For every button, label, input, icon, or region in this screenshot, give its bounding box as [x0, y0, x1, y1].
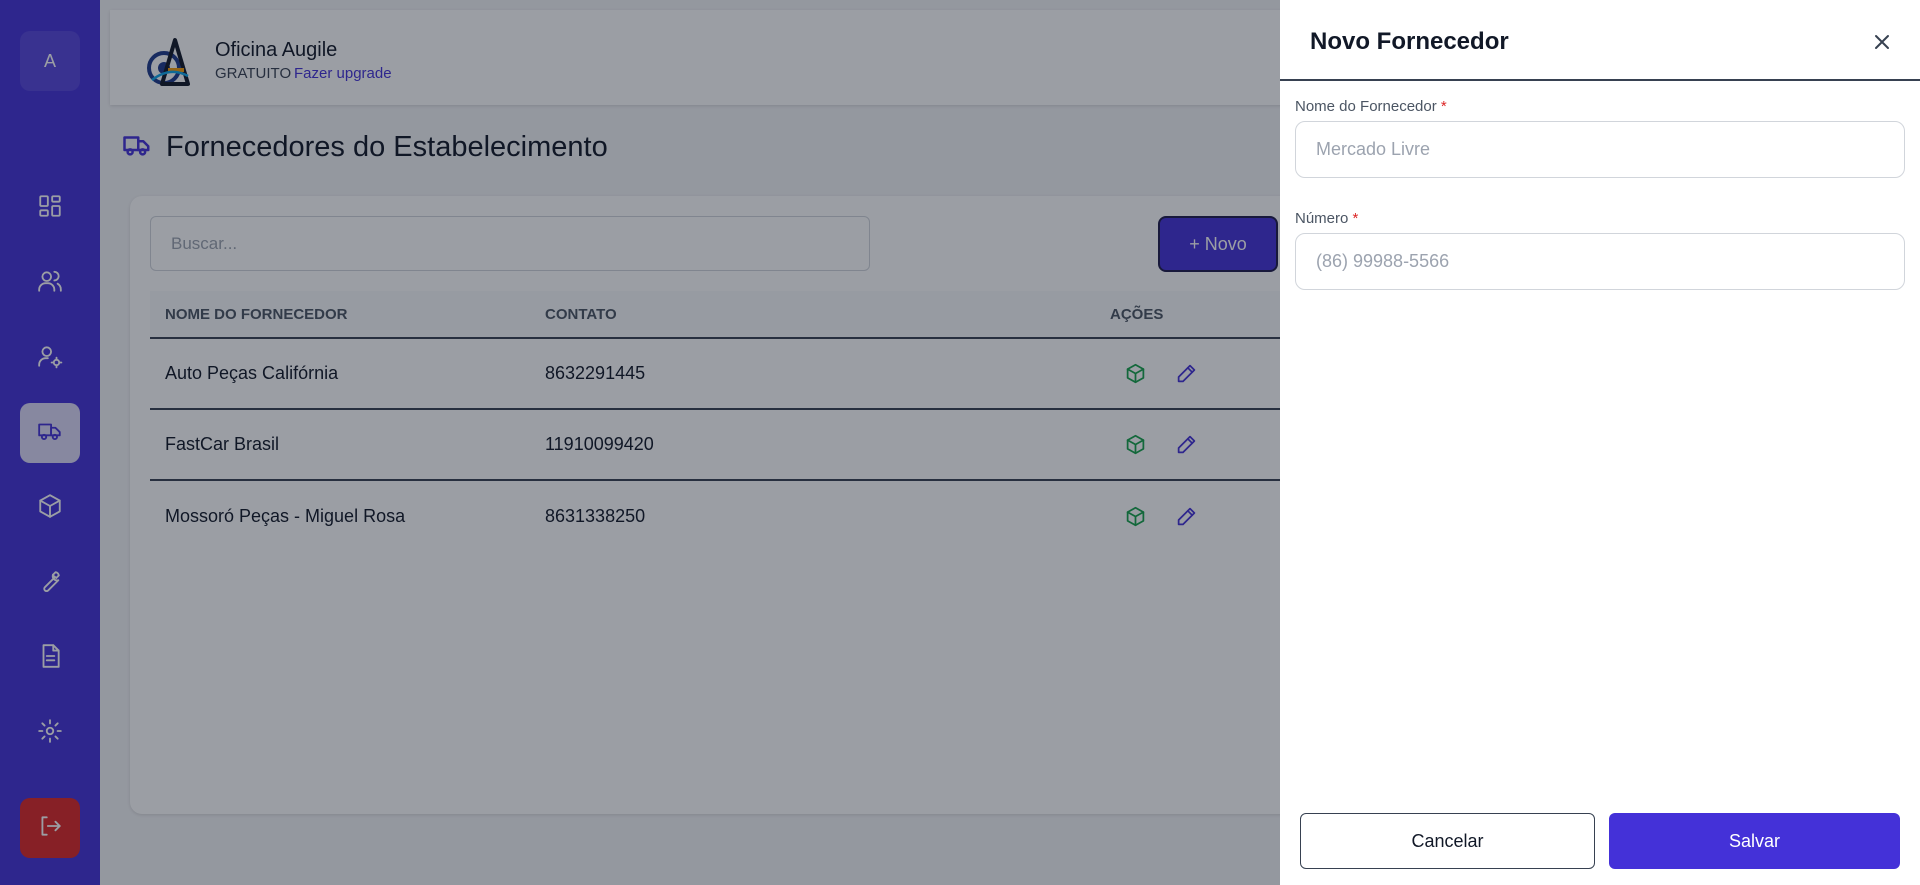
supplier-name-input[interactable] [1295, 121, 1905, 178]
close-icon[interactable] [1870, 30, 1894, 54]
supplier-name-label: Nome do Fornecedor * [1295, 98, 1447, 115]
required-marker: * [1440, 98, 1447, 115]
new-supplier-drawer: Novo Fornecedor Nome do Fornecedor * Núm… [1280, 0, 1920, 885]
drawer-title: Novo Fornecedor [1310, 28, 1509, 55]
cancel-button[interactable]: Cancelar [1300, 813, 1595, 869]
supplier-name-label-text: Nome do Fornecedor [1295, 98, 1437, 115]
number-input[interactable] [1295, 233, 1905, 290]
save-button[interactable]: Salvar [1609, 813, 1900, 869]
drawer-header: Novo Fornecedor [1280, 0, 1920, 81]
required-marker: * [1352, 210, 1359, 227]
number-label-text: Número [1295, 210, 1349, 227]
number-label: Número * [1295, 210, 1358, 227]
